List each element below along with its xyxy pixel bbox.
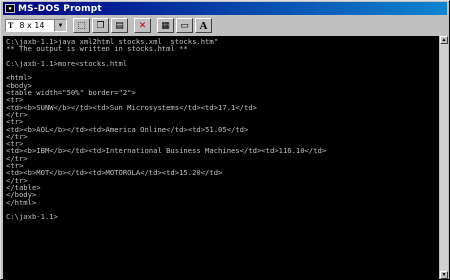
paste-button[interactable]: ▤ (111, 18, 128, 33)
console-line: </html> (6, 197, 37, 207)
console-line: <td><b>SUNW</b></td><td>Sun Microsystems… (6, 102, 257, 112)
font-size-value: 8 x 14 (19, 21, 45, 30)
ms-dos-icon: ▪ (5, 4, 15, 13)
properties-icon: ▦ (161, 20, 170, 31)
full-screen-button[interactable]: ✕ (134, 18, 151, 33)
paste-icon: ▤ (115, 20, 124, 31)
console-line: C:\jaxb-1.1>more<stocks.html (6, 58, 128, 68)
toolbar: T 8 x 14 ▼ ⬚ ❐ ▤ ✕ ▦ ▭ A (3, 16, 447, 35)
background-icon: ▭ (180, 20, 189, 31)
console-text: C:\jaxb-1.1>java xml2html stocks.xml sto… (3, 36, 439, 222)
console-line: <table width="50%" border="2"> (6, 88, 136, 98)
vertical-scrollbar[interactable]: ▲ ▼ (440, 36, 448, 279)
console-line: <td><b>MOT</b></td><td>MOTOROLA</td><td>… (6, 168, 223, 178)
mark-button[interactable]: ⬚ (73, 18, 90, 33)
console-line: <td><b>IBM</b></td><td>International Bus… (6, 146, 327, 156)
console-output[interactable]: C:\jaxb-1.1>java xml2html stocks.xml sto… (3, 36, 439, 279)
mark-icon: ⬚ (77, 20, 86, 31)
console-line: <td><b>AOL</b></td><td>America Online</t… (6, 124, 249, 134)
title-bar[interactable]: ▪ MS-DOS Prompt (3, 2, 447, 15)
font-button[interactable]: A (195, 18, 212, 33)
window-title: MS-DOS Prompt (18, 3, 102, 14)
console-line: C:\jaxb-1.1> (6, 212, 58, 222)
full-screen-icon: ✕ (138, 20, 147, 31)
copy-button[interactable]: ❐ (92, 18, 109, 33)
scroll-up-icon[interactable]: ▲ (440, 36, 448, 44)
scroll-down-icon[interactable]: ▼ (440, 271, 448, 279)
ms-dos-window: ▪ MS-DOS Prompt T 8 x 14 ▼ ⬚ ❐ ▤ ✕ ▦ ▭ A (0, 0, 450, 280)
copy-icon: ❐ (96, 20, 105, 31)
font-size-select[interactable]: T 8 x 14 ▼ (5, 19, 67, 32)
console-line: ** The output is written in stocks.html … (6, 44, 188, 54)
background-button[interactable]: ▭ (176, 18, 193, 33)
font-icon: A (199, 19, 208, 32)
chevron-down-icon[interactable]: ▼ (54, 20, 66, 31)
truetype-icon: T (8, 21, 14, 30)
properties-button[interactable]: ▦ (157, 18, 174, 33)
